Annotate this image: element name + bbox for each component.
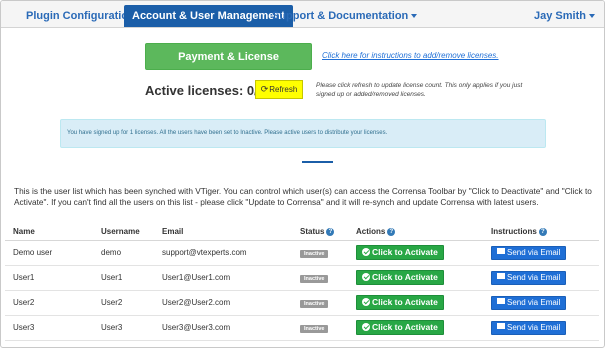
help-icon[interactable]: ? bbox=[387, 227, 396, 236]
cell-status: Inactive bbox=[292, 315, 348, 341]
table-row: User2 User2 User2@User2.com Inactive Cli… bbox=[5, 290, 599, 316]
cell-email: User2@User2.com bbox=[154, 290, 292, 316]
cell-actions: Click to Activate bbox=[348, 265, 483, 291]
cell-instructions: Send via Email bbox=[483, 290, 599, 316]
send-email-button-label: Send via Email bbox=[507, 272, 561, 282]
table-header-row: Name Username Email Status? Actions? Ins… bbox=[5, 223, 599, 241]
tab-support-documentation-label: Support & Documentation bbox=[272, 10, 409, 22]
tab-support-documentation[interactable]: Support & Documentation bbox=[272, 5, 418, 27]
send-email-button-label: Send via Email bbox=[507, 247, 561, 257]
cell-name: User1 bbox=[5, 265, 93, 291]
cell-email: support@vtexperts.com bbox=[154, 240, 292, 266]
column-header-status-label: Status bbox=[300, 226, 325, 236]
cell-username: User2 bbox=[93, 290, 154, 316]
cell-status: Inactive bbox=[292, 265, 348, 291]
payment-license-management-button[interactable]: Payment & License Management bbox=[145, 43, 312, 90]
envelope-icon bbox=[497, 248, 505, 255]
activate-button-label: Click to Activate bbox=[372, 272, 438, 282]
cell-actions: Click to Activate bbox=[348, 240, 483, 266]
cell-email: User1@User1.com bbox=[154, 265, 292, 291]
check-circle-icon bbox=[362, 297, 370, 306]
refresh-button-label: Refresh bbox=[269, 85, 298, 94]
cell-username: demo bbox=[93, 240, 154, 266]
cell-status: Inactive bbox=[292, 240, 348, 266]
send-email-button[interactable]: Send via Email bbox=[491, 270, 567, 285]
check-circle-icon bbox=[362, 247, 370, 256]
envelope-icon bbox=[497, 298, 505, 305]
cell-actions: Click to Activate bbox=[348, 315, 483, 341]
refresh-button[interactable]: ⟳Refresh bbox=[255, 80, 303, 99]
cell-actions: Click to Activate bbox=[348, 290, 483, 316]
cell-username: User3 bbox=[93, 315, 154, 341]
users-table: Name Username Email Status? Actions? Ins… bbox=[5, 223, 599, 341]
column-header-instructions-label: Instructions bbox=[491, 226, 537, 236]
activate-button[interactable]: Click to Activate bbox=[356, 295, 444, 310]
tab-plugin-configuration-label: Plugin Configuration bbox=[26, 10, 135, 22]
user-list-description: This is the user list which has been syn… bbox=[14, 186, 592, 207]
tab-account-user-management-label: Account & User Management bbox=[132, 10, 285, 22]
help-icon[interactable]: ? bbox=[538, 227, 547, 236]
envelope-icon bbox=[497, 323, 505, 330]
send-email-button-label: Send via Email bbox=[507, 297, 561, 307]
user-menu[interactable]: Jay Smith bbox=[534, 5, 595, 27]
refresh-note: Please click refresh to update license c… bbox=[316, 82, 523, 98]
cell-username: User1 bbox=[93, 265, 154, 291]
check-circle-icon bbox=[362, 272, 370, 281]
caret-down-icon bbox=[588, 14, 595, 19]
cell-email: User3@User3.com bbox=[154, 315, 292, 341]
send-email-button[interactable]: Send via Email bbox=[491, 295, 567, 310]
send-email-button[interactable]: Send via Email bbox=[491, 245, 567, 260]
refresh-icon: ⟳ bbox=[260, 84, 269, 94]
status-badge: Inactive bbox=[300, 299, 329, 308]
status-badge: Inactive bbox=[300, 249, 329, 258]
table-row: User3 User3 User3@User3.com Inactive Cli… bbox=[5, 315, 599, 341]
cell-instructions: Send via Email bbox=[483, 265, 599, 291]
section-divider bbox=[302, 161, 333, 163]
column-header-username: Username bbox=[93, 223, 154, 241]
cell-name: User3 bbox=[5, 315, 93, 341]
active-licenses-label: Active licenses: 0/1 bbox=[145, 83, 265, 98]
activate-button-label: Click to Activate bbox=[372, 322, 438, 332]
envelope-icon bbox=[497, 273, 505, 280]
license-info-alert: You have signed up for 1 licenses. All t… bbox=[60, 119, 546, 148]
column-header-instructions: Instructions? bbox=[483, 223, 599, 241]
cell-instructions: Send via Email bbox=[483, 240, 599, 266]
send-email-button-label: Send via Email bbox=[507, 322, 561, 332]
column-header-actions-label: Actions bbox=[356, 226, 386, 236]
table-row: Demo user demo support@vtexperts.com Ina… bbox=[5, 240, 599, 266]
top-nav: Plugin Configuration Account & User Mana… bbox=[1, 1, 604, 28]
column-header-email: Email bbox=[154, 223, 292, 241]
activate-button-label: Click to Activate bbox=[372, 297, 438, 307]
cell-instructions: Send via Email bbox=[483, 315, 599, 341]
column-header-name: Name bbox=[5, 223, 93, 241]
cell-name: Demo user bbox=[5, 240, 93, 266]
status-badge: Inactive bbox=[300, 274, 329, 283]
cell-name: User2 bbox=[5, 290, 93, 316]
tab-account-user-management[interactable]: Account & User Management bbox=[124, 5, 293, 27]
activate-button[interactable]: Click to Activate bbox=[356, 245, 444, 260]
activate-button-label: Click to Activate bbox=[372, 247, 438, 257]
column-header-status: Status? bbox=[292, 223, 348, 241]
user-menu-label: Jay Smith bbox=[534, 10, 586, 22]
tab-plugin-configuration[interactable]: Plugin Configuration bbox=[26, 5, 135, 27]
check-circle-icon bbox=[362, 322, 370, 331]
status-badge: Inactive bbox=[300, 324, 329, 333]
send-email-button[interactable]: Send via Email bbox=[491, 320, 567, 335]
table-row: User1 User1 User1@User1.com Inactive Cli… bbox=[5, 265, 599, 291]
caret-down-icon bbox=[411, 14, 418, 19]
column-header-actions: Actions? bbox=[348, 223, 483, 241]
help-icon[interactable]: ? bbox=[326, 227, 335, 236]
app-window: Plugin Configuration Account & User Mana… bbox=[0, 0, 605, 348]
cell-status: Inactive bbox=[292, 290, 348, 316]
license-instructions-link[interactable]: Click here for instructions to add/remov… bbox=[322, 51, 499, 60]
activate-button[interactable]: Click to Activate bbox=[356, 270, 444, 285]
activate-button[interactable]: Click to Activate bbox=[356, 320, 444, 335]
